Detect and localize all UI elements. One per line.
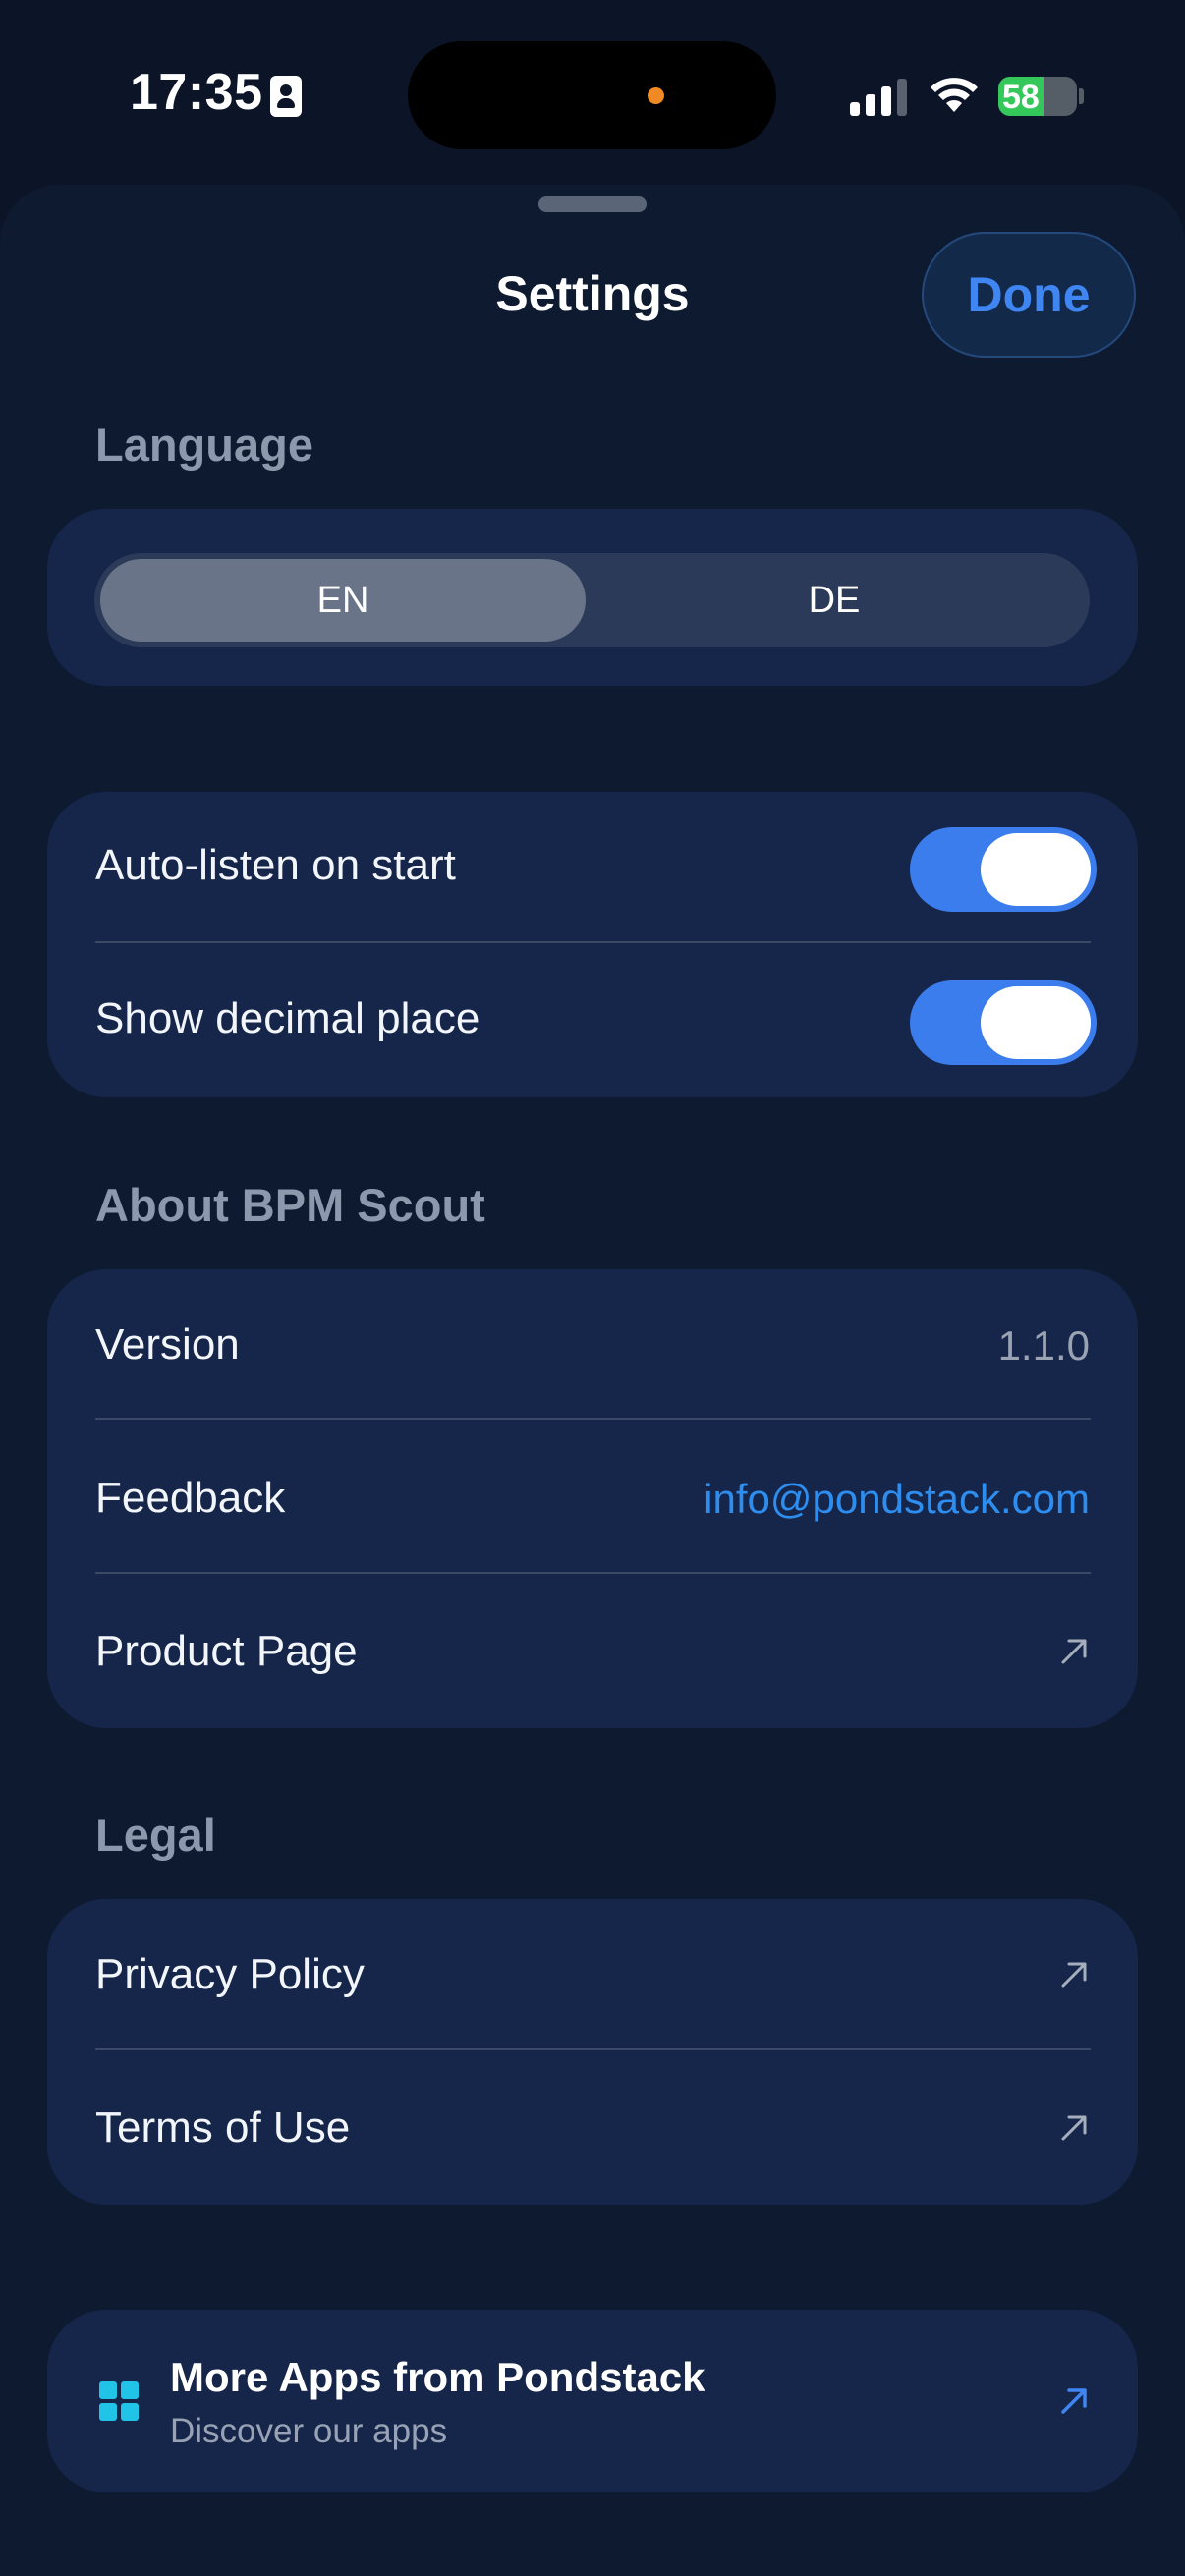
divider [95, 1418, 1091, 1420]
auto-listen-toggle[interactable] [910, 827, 1097, 912]
apps-grid-icon [99, 2381, 139, 2421]
dynamic-island [408, 41, 776, 149]
terms-of-use-link[interactable]: Terms of Use [95, 2103, 350, 2153]
done-button[interactable]: Done [922, 232, 1136, 358]
wifi-icon [931, 78, 978, 112]
toggle-knob [981, 986, 1091, 1059]
contact-card-icon [270, 76, 302, 117]
about-section-header: About BPM Scout [95, 1179, 485, 1231]
about-card: Version 1.1.0 Feedback info@pondstack.co… [47, 1269, 1138, 1728]
legal-card: Privacy Policy Terms of Use [47, 1899, 1138, 2205]
sheet-grabber[interactable] [538, 196, 647, 212]
external-link-icon [1061, 1639, 1087, 1664]
version-value: 1.1.0 [997, 1322, 1090, 1369]
feedback-email-link[interactable]: info@pondstack.com [704, 1476, 1090, 1523]
preferences-card: Auto-listen on start Show decimal place [47, 792, 1138, 1097]
external-link-icon [1061, 2388, 1087, 2414]
privacy-policy-link[interactable]: Privacy Policy [95, 1950, 365, 1999]
version-label: Version [95, 1320, 240, 1369]
cellular-signal-icon [850, 77, 909, 116]
battery-cap [1079, 88, 1084, 104]
status-time: 17:35 [130, 64, 263, 121]
battery-percentage: 58 [1002, 79, 1040, 116]
battery-icon: 58 [998, 77, 1077, 116]
show-decimal-label: Show decimal place [95, 994, 480, 1042]
language-section-header: Language [95, 419, 313, 471]
language-option-en[interactable]: EN [100, 559, 586, 642]
status-bar: 17:35 58 [0, 0, 1185, 187]
external-link-icon [1061, 2115, 1087, 2141]
language-card: EN DE [47, 509, 1138, 686]
legal-section-header: Legal [95, 1809, 216, 1861]
more-apps-subtitle: Discover our apps [170, 2412, 448, 2450]
more-apps-card[interactable]: More Apps from Pondstack Discover our ap… [47, 2310, 1138, 2492]
more-apps-title: More Apps from Pondstack [170, 2354, 705, 2400]
language-segmented-control: EN DE [94, 553, 1090, 647]
divider [95, 2048, 1091, 2050]
divider [95, 941, 1091, 943]
show-decimal-toggle[interactable] [910, 980, 1097, 1065]
external-link-icon [1061, 1962, 1087, 1988]
privacy-indicator-icon [648, 87, 664, 104]
auto-listen-label: Auto-listen on start [95, 841, 456, 889]
divider [95, 1572, 1091, 1574]
language-option-de[interactable]: DE [592, 559, 1077, 642]
product-page-link[interactable]: Product Page [95, 1627, 358, 1676]
toggle-knob [981, 833, 1091, 906]
feedback-label: Feedback [95, 1474, 286, 1522]
